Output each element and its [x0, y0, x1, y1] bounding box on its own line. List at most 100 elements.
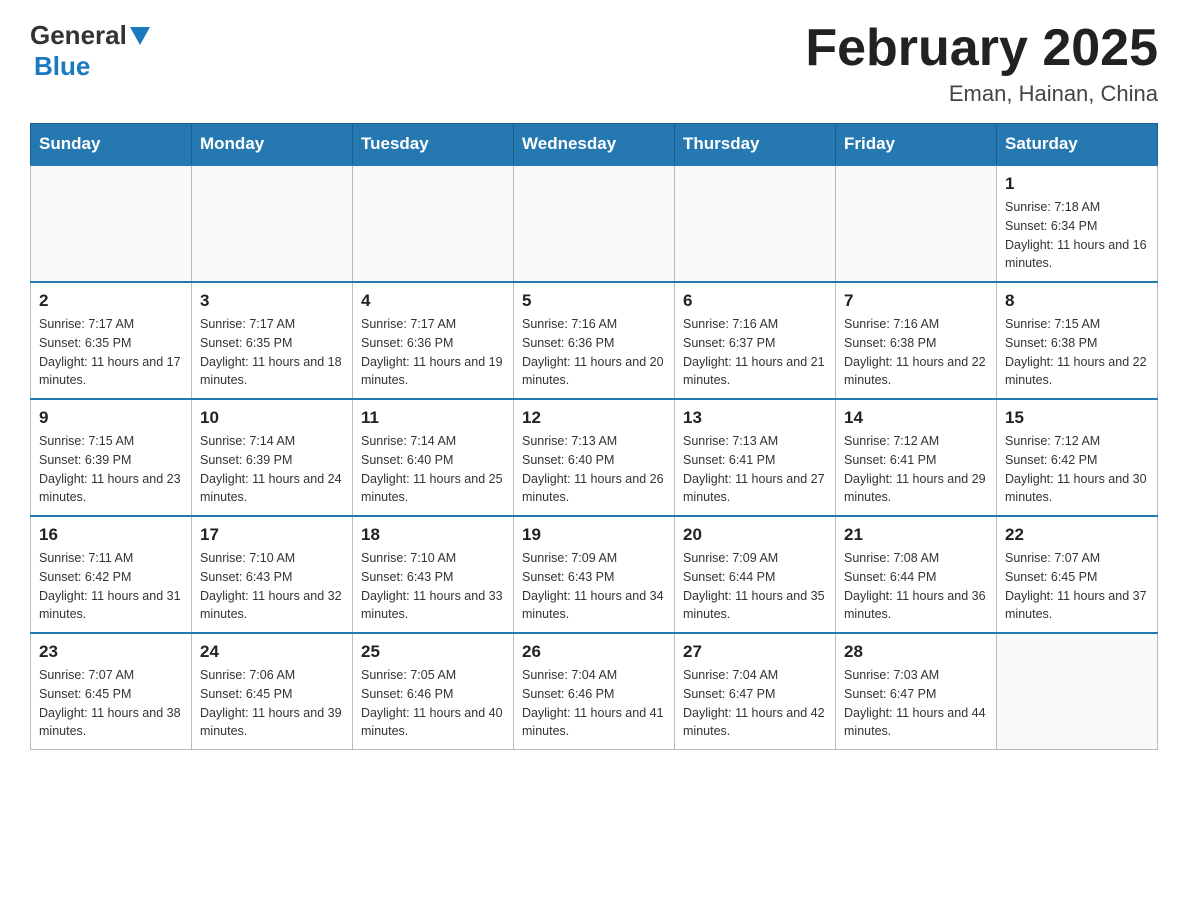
weekday-header-monday: Monday	[192, 124, 353, 166]
day-info: Sunrise: 7:07 AMSunset: 6:45 PMDaylight:…	[39, 666, 183, 741]
day-number: 28	[844, 642, 988, 662]
calendar-cell: 14 Sunrise: 7:12 AMSunset: 6:41 PMDayligh…	[836, 399, 997, 516]
day-number: 21	[844, 525, 988, 545]
calendar-cell: 20Sunrise: 7:09 AMSunset: 6:44 PMDayligh…	[675, 516, 836, 633]
weekday-header-thursday: Thursday	[675, 124, 836, 166]
day-info: Sunrise: 7:04 AMSunset: 6:47 PMDaylight:…	[683, 666, 827, 741]
logo: General	[30, 20, 153, 51]
day-number: 22	[1005, 525, 1149, 545]
logo-general-text: General	[30, 20, 127, 51]
calendar-cell	[836, 165, 997, 282]
day-number: 9	[39, 408, 183, 428]
calendar-cell: 21 Sunrise: 7:08 AMSunset: 6:44 PMDayligh…	[836, 516, 997, 633]
calendar-cell: 16Sunrise: 7:11 AMSunset: 6:42 PMDayligh…	[31, 516, 192, 633]
calendar-cell: 23Sunrise: 7:07 AMSunset: 6:45 PMDayligh…	[31, 633, 192, 750]
calendar-table: SundayMondayTuesdayWednesdayThursdayFrid…	[30, 123, 1158, 750]
day-info: Sunrise: 7:07 AMSunset: 6:45 PMDaylight:…	[1005, 549, 1149, 624]
day-number: 17	[200, 525, 344, 545]
calendar-cell	[31, 165, 192, 282]
day-info: Sunrise: 7:14 AMSunset: 6:40 PMDaylight:…	[361, 432, 505, 507]
day-info: Sunrise: 7:09 AMSunset: 6:43 PMDaylight:…	[522, 549, 666, 624]
day-number: 19	[522, 525, 666, 545]
day-number: 25	[361, 642, 505, 662]
calendar-cell: 7 Sunrise: 7:16 AMSunset: 6:38 PMDaylight…	[836, 282, 997, 399]
calendar-cell: 10 Sunrise: 7:14 AMSunset: 6:39 PMDayligh…	[192, 399, 353, 516]
day-number: 8	[1005, 291, 1149, 311]
day-number: 15	[1005, 408, 1149, 428]
day-info: Sunrise: 7:17 AMSunset: 6:36 PMDaylight:…	[361, 315, 505, 390]
calendar-cell: 27 Sunrise: 7:04 AMSunset: 6:47 PMDayligh…	[675, 633, 836, 750]
day-info: Sunrise: 7:15 AMSunset: 6:38 PMDaylight:…	[1005, 315, 1149, 390]
day-info: Sunrise: 7:06 AMSunset: 6:45 PMDaylight:…	[200, 666, 344, 741]
day-info: Sunrise: 7:11 AMSunset: 6:42 PMDaylight:…	[39, 549, 183, 624]
calendar-cell: 9 Sunrise: 7:15 AMSunset: 6:39 PMDaylight…	[31, 399, 192, 516]
day-info: Sunrise: 7:10 AMSunset: 6:43 PMDaylight:…	[200, 549, 344, 624]
day-info: Sunrise: 7:12 AMSunset: 6:41 PMDaylight:…	[844, 432, 988, 507]
calendar-cell: 28 Sunrise: 7:03 AMSunset: 6:47 PMDayligh…	[836, 633, 997, 750]
calendar-cell	[675, 165, 836, 282]
title-area: February 2025 Eman, Hainan, China	[805, 20, 1158, 107]
day-info: Sunrise: 7:13 AMSunset: 6:40 PMDaylight:…	[522, 432, 666, 507]
week-row-5: 23Sunrise: 7:07 AMSunset: 6:45 PMDayligh…	[31, 633, 1158, 750]
week-row-4: 16Sunrise: 7:11 AMSunset: 6:42 PMDayligh…	[31, 516, 1158, 633]
day-number: 7	[844, 291, 988, 311]
weekday-header-friday: Friday	[836, 124, 997, 166]
day-number: 14	[844, 408, 988, 428]
day-info: Sunrise: 7:15 AMSunset: 6:39 PMDaylight:…	[39, 432, 183, 507]
day-number: 11	[361, 408, 505, 428]
weekday-header-wednesday: Wednesday	[514, 124, 675, 166]
calendar-cell: 1 Sunrise: 7:18 AMSunset: 6:34 PMDaylight…	[997, 165, 1158, 282]
day-info: Sunrise: 7:13 AMSunset: 6:41 PMDaylight:…	[683, 432, 827, 507]
calendar-cell: 18Sunrise: 7:10 AMSunset: 6:43 PMDayligh…	[353, 516, 514, 633]
weekday-header-tuesday: Tuesday	[353, 124, 514, 166]
day-number: 1	[1005, 174, 1149, 194]
day-number: 26	[522, 642, 666, 662]
day-info: Sunrise: 7:08 AMSunset: 6:44 PMDaylight:…	[844, 549, 988, 624]
logo-area: General Blue	[30, 20, 153, 82]
day-number: 5	[522, 291, 666, 311]
calendar-cell: 22 Sunrise: 7:07 AMSunset: 6:45 PMDayligh…	[997, 516, 1158, 633]
day-info: Sunrise: 7:17 AMSunset: 6:35 PMDaylight:…	[39, 315, 183, 390]
day-number: 10	[200, 408, 344, 428]
calendar-cell: 17 Sunrise: 7:10 AMSunset: 6:43 PMDayligh…	[192, 516, 353, 633]
logo-triangle-icon	[130, 27, 150, 45]
day-number: 12	[522, 408, 666, 428]
calendar-cell: 2 Sunrise: 7:17 AMSunset: 6:35 PMDaylight…	[31, 282, 192, 399]
day-number: 27	[683, 642, 827, 662]
calendar-cell: 11 Sunrise: 7:14 AMSunset: 6:40 PMDayligh…	[353, 399, 514, 516]
day-info: Sunrise: 7:14 AMSunset: 6:39 PMDaylight:…	[200, 432, 344, 507]
calendar-cell: 13 Sunrise: 7:13 AMSunset: 6:41 PMDayligh…	[675, 399, 836, 516]
calendar-cell	[997, 633, 1158, 750]
week-row-2: 2 Sunrise: 7:17 AMSunset: 6:35 PMDaylight…	[31, 282, 1158, 399]
calendar-cell	[353, 165, 514, 282]
day-number: 13	[683, 408, 827, 428]
day-info: Sunrise: 7:03 AMSunset: 6:47 PMDaylight:…	[844, 666, 988, 741]
calendar-cell: 6Sunrise: 7:16 AMSunset: 6:37 PMDaylight…	[675, 282, 836, 399]
weekday-header-sunday: Sunday	[31, 124, 192, 166]
day-info: Sunrise: 7:05 AMSunset: 6:46 PMDaylight:…	[361, 666, 505, 741]
calendar-cell: 5 Sunrise: 7:16 AMSunset: 6:36 PMDaylight…	[514, 282, 675, 399]
location-subtitle: Eman, Hainan, China	[805, 81, 1158, 107]
month-title: February 2025	[805, 20, 1158, 77]
day-number: 4	[361, 291, 505, 311]
day-info: Sunrise: 7:09 AMSunset: 6:44 PMDaylight:…	[683, 549, 827, 624]
day-info: Sunrise: 7:16 AMSunset: 6:37 PMDaylight:…	[683, 315, 827, 390]
calendar-cell: 3Sunrise: 7:17 AMSunset: 6:35 PMDaylight…	[192, 282, 353, 399]
day-number: 18	[361, 525, 505, 545]
day-info: Sunrise: 7:18 AMSunset: 6:34 PMDaylight:…	[1005, 198, 1149, 273]
logo-blue-text: Blue	[34, 51, 90, 81]
weekday-header-row: SundayMondayTuesdayWednesdayThursdayFrid…	[31, 124, 1158, 166]
day-number: 2	[39, 291, 183, 311]
calendar-cell: 15Sunrise: 7:12 AMSunset: 6:42 PMDayligh…	[997, 399, 1158, 516]
day-info: Sunrise: 7:16 AMSunset: 6:38 PMDaylight:…	[844, 315, 988, 390]
calendar-cell: 19 Sunrise: 7:09 AMSunset: 6:43 PMDayligh…	[514, 516, 675, 633]
calendar-cell	[514, 165, 675, 282]
day-number: 24	[200, 642, 344, 662]
calendar-cell: 26 Sunrise: 7:04 AMSunset: 6:46 PMDayligh…	[514, 633, 675, 750]
calendar-cell	[192, 165, 353, 282]
day-info: Sunrise: 7:04 AMSunset: 6:46 PMDaylight:…	[522, 666, 666, 741]
day-info: Sunrise: 7:16 AMSunset: 6:36 PMDaylight:…	[522, 315, 666, 390]
calendar-cell: 8 Sunrise: 7:15 AMSunset: 6:38 PMDaylight…	[997, 282, 1158, 399]
week-row-1: 1 Sunrise: 7:18 AMSunset: 6:34 PMDaylight…	[31, 165, 1158, 282]
day-number: 3	[200, 291, 344, 311]
